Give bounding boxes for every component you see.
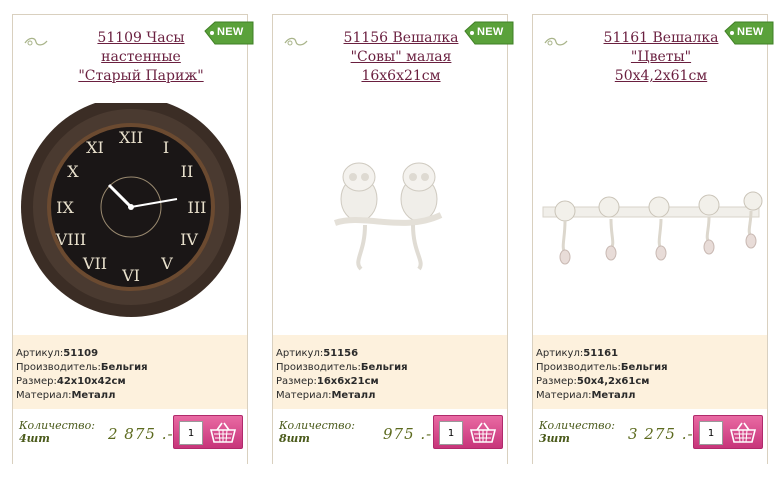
spec-row: Размер:42x10x42см bbox=[16, 376, 126, 387]
buy-bar: Количество: 3шт 3 275 .- bbox=[533, 411, 767, 465]
basket-icon[interactable] bbox=[728, 421, 758, 445]
owl-hanger-image[interactable] bbox=[273, 103, 507, 333]
stock-count: 3шт bbox=[539, 432, 570, 445]
spec-row: Материал:Металл bbox=[276, 390, 376, 401]
svg-text:III: III bbox=[188, 198, 207, 217]
product-price: 3 275 .- bbox=[628, 425, 694, 443]
basket-icon[interactable] bbox=[208, 421, 238, 445]
spec-row: Артикул:51161 bbox=[536, 348, 619, 359]
product-title-line: "Старый Париж" bbox=[78, 68, 204, 84]
product-price: 975 .- bbox=[383, 425, 433, 443]
add-to-cart bbox=[693, 415, 763, 449]
svg-text:VIII: VIII bbox=[55, 230, 87, 249]
spec-row: Размер:16x6x21см bbox=[276, 376, 379, 387]
svg-text:II: II bbox=[181, 162, 194, 181]
add-to-cart bbox=[173, 415, 243, 449]
quantity-input[interactable] bbox=[179, 421, 203, 445]
spec-row: Артикул:51109 bbox=[16, 348, 99, 359]
spec-row: Производитель:Бельгия bbox=[536, 362, 668, 373]
svg-text:VI: VI bbox=[121, 266, 140, 285]
spec-row: Материал:Металл bbox=[536, 390, 636, 401]
stock-count: 8шт bbox=[279, 432, 310, 445]
new-badge-label: NEW bbox=[737, 26, 764, 38]
new-badge: NEW bbox=[721, 19, 775, 49]
stock-count: 4шт bbox=[19, 432, 50, 445]
svg-text:XI: XI bbox=[86, 138, 104, 157]
product-specs: Артикул:51156 Производитель:Бельгия Разм… bbox=[273, 335, 507, 409]
clock-image[interactable]: XII I II III IV V VI VII VIII IX X XI bbox=[13, 97, 247, 333]
spec-row: Материал:Металл bbox=[16, 390, 116, 401]
product-title-line: "Цветы" bbox=[630, 49, 692, 65]
svg-text:X: X bbox=[67, 162, 79, 181]
buy-bar: Количество: 4шт 2 875 .- bbox=[13, 411, 247, 465]
spec-row: Производитель:Бельгия bbox=[16, 362, 148, 373]
product-title-line: "Совы" малая bbox=[350, 49, 452, 65]
new-badge-label: NEW bbox=[217, 26, 244, 38]
product-card: 51156 Вешалка "Совы" малая 16x6x21см NEW… bbox=[272, 14, 514, 465]
spec-row: Артикул:51156 bbox=[276, 348, 359, 359]
product-price: 2 875 .- bbox=[108, 425, 174, 443]
product-title-line: 50x4,2x61см bbox=[614, 68, 708, 84]
svg-text:IX: IX bbox=[56, 198, 74, 217]
svg-text:IV: IV bbox=[180, 230, 198, 249]
svg-text:I: I bbox=[163, 138, 169, 157]
product-title-line: настенные bbox=[101, 49, 181, 65]
quantity-input[interactable] bbox=[699, 421, 723, 445]
svg-text:VII: VII bbox=[82, 254, 107, 273]
quantity-label: Количество: 4шт bbox=[19, 419, 95, 445]
quantity-label: Количество: 3шт bbox=[539, 419, 615, 445]
basket-icon[interactable] bbox=[468, 421, 498, 445]
spec-row: Размер:50x4,2x61см bbox=[536, 376, 650, 387]
buy-bar: Количество: 8шт 975 .- bbox=[273, 411, 507, 465]
svg-text:XII: XII bbox=[119, 128, 143, 147]
new-badge: NEW bbox=[461, 19, 515, 49]
product-card: 51161 Вешалка "Цветы" 50x4,2x61см NEW Ар… bbox=[532, 14, 774, 465]
quantity-label: Количество: 8шт bbox=[279, 419, 355, 445]
flower-hanger-image[interactable] bbox=[533, 103, 767, 333]
product-specs: Артикул:51109 Производитель:Бельгия Разм… bbox=[13, 335, 247, 409]
new-badge-label: NEW bbox=[477, 26, 504, 38]
new-badge: NEW bbox=[201, 19, 255, 49]
svg-text:V: V bbox=[160, 254, 173, 273]
product-card: 51109 Часы настенные "Старый Париж" NEW … bbox=[12, 14, 254, 465]
spec-row: Производитель:Бельгия bbox=[276, 362, 408, 373]
add-to-cart bbox=[433, 415, 503, 449]
quantity-input[interactable] bbox=[439, 421, 463, 445]
flourish-icon bbox=[284, 37, 308, 46]
product-specs: Артикул:51161 Производитель:Бельгия Разм… bbox=[533, 335, 767, 409]
product-title-line: 16x6x21см bbox=[361, 68, 441, 84]
flourish-icon bbox=[24, 37, 48, 46]
flourish-icon bbox=[544, 37, 568, 46]
